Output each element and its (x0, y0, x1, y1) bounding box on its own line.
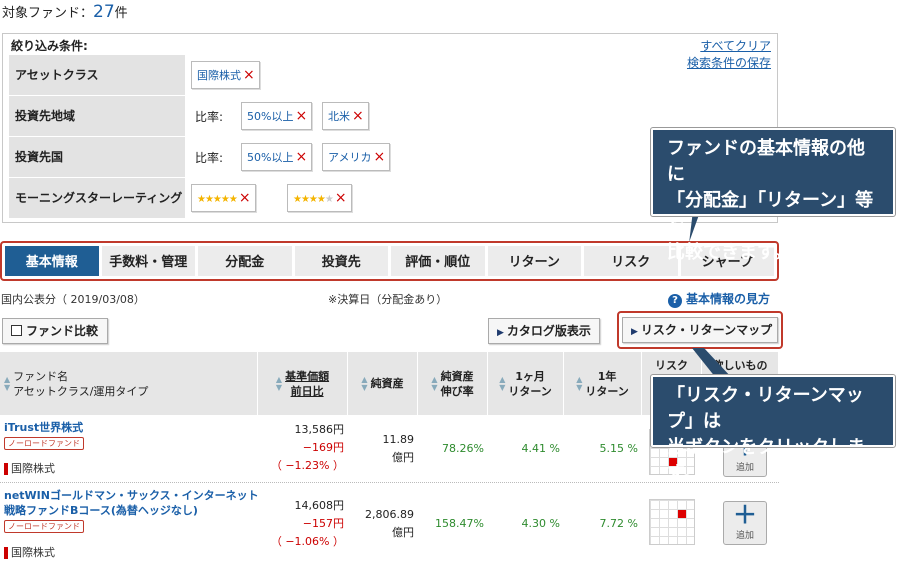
nav-change: −169円 (302, 441, 344, 454)
tab-investment[interactable]: 投資先 (294, 246, 388, 276)
nav-change-pct: （ −1.06% ） (270, 535, 344, 548)
header-return-1m[interactable]: ▲ ▼ 1ヶ月 リターン (488, 352, 564, 415)
filter-chip[interactable]: 50%以上 × (241, 143, 313, 171)
net-assets-unit: 億円 (392, 451, 414, 464)
return-1y: 5.15 % (599, 442, 638, 455)
filter-label: 投資先地域 (9, 96, 185, 136)
checkbox-icon (11, 325, 22, 336)
filter-label: モーニングスターレーティング (9, 178, 185, 218)
ratio-label: 比率: (195, 151, 224, 165)
sort-icon: ▲ ▼ (4, 374, 11, 392)
filter-chip[interactable]: アメリカ × (322, 143, 391, 171)
triangle-right-icon: ▶ (631, 327, 638, 337)
tab-bar: 基本情報 手数料・管理 分配金 投資先 評価・順位 リターン リスク シャープ (0, 241, 779, 281)
fund-name-link[interactable]: iTrust世界株式 (4, 421, 83, 434)
clear-all-link[interactable]: すべてクリア (687, 38, 771, 55)
filter-title: 絞り込み条件: (11, 39, 88, 53)
rating-chip-5[interactable]: ★★★★★ × (191, 184, 256, 212)
settlement-note: ※決算日（分配金あり） (328, 293, 448, 306)
remove-icon[interactable]: × (373, 149, 385, 165)
header-assets[interactable]: ▲ ▼ 純資産 (348, 352, 418, 415)
sort-icon: ▲ ▼ (499, 374, 506, 392)
assets-growth: 78.26% (442, 442, 484, 455)
remove-icon[interactable]: × (352, 108, 364, 124)
filter-label: 投資先国 (9, 137, 185, 177)
callout-map-button: 「リスク・リターンマップ」は 当ボタンをクリックします。 (650, 374, 896, 484)
sort-icon: ▲ ▼ (576, 374, 583, 392)
callout-tabs: ファンドの基本情報の他に 「分配金」「リターン」等を 比較できます。 (650, 127, 896, 263)
fund-compare-button[interactable]: ファンド比較 (2, 318, 108, 344)
ratio-label: 比率: (195, 110, 224, 124)
rating-chip-4[interactable]: ★★★★★ × (287, 184, 352, 212)
remove-icon[interactable]: × (243, 67, 255, 83)
tab-fees[interactable]: 手数料・管理 (101, 246, 195, 276)
header-growth[interactable]: ▲ ▼ 純資産 伸び率 (418, 352, 488, 415)
publication-date: 国内公表分（ 2019/03/08） (1, 293, 145, 306)
plus-icon: ＋ (733, 501, 757, 529)
filter-row-asset-class: アセットクラス 国際株式 × (9, 55, 773, 95)
risk-marker (678, 510, 686, 518)
filter-label: アセットクラス (9, 55, 185, 95)
question-icon: ? (668, 294, 682, 308)
header-price[interactable]: ▲ ▼ 基準価額 前日比 (258, 352, 348, 415)
filter-chip[interactable]: 国際株式 × (191, 61, 260, 89)
tab-risk[interactable]: リスク (584, 246, 678, 276)
nav-price: 13,586円 (294, 423, 345, 436)
table-row: netWINゴールドマン・サックス・インターネット戦略ファンドBコース(為替ヘッ… (0, 483, 779, 566)
nav-change-pct: （ −1.23% ） (270, 459, 344, 472)
nav-change: −157円 (302, 517, 344, 530)
tab-distribution[interactable]: 分配金 (198, 246, 292, 276)
asset-class: 国際株式 (4, 547, 55, 559)
risk-grid (649, 499, 695, 545)
remove-icon[interactable]: × (295, 108, 307, 124)
remove-icon[interactable]: × (239, 190, 251, 206)
risk-return-map-button[interactable]: ▶ リスク・リターンマップ (622, 317, 778, 343)
header-return-1y[interactable]: ▲ ▼ 1年 リターン (564, 352, 642, 415)
sort-icon: ▲ ▼ (431, 374, 438, 392)
no-load-badge: ノーロードファンド (4, 437, 84, 450)
assets-growth: 158.47% (435, 517, 484, 530)
filter-chip[interactable]: 50%以上 × (241, 102, 313, 130)
net-assets: 11.89 (382, 433, 415, 446)
net-assets-unit: 億円 (392, 526, 414, 539)
return-1y: 7.72 % (599, 517, 638, 530)
sort-icon: ▲ ▼ (361, 374, 368, 392)
nav-price: 14,608円 (294, 499, 345, 512)
triangle-right-icon: ▶ (497, 328, 504, 338)
net-assets: 2,806.89 (365, 508, 414, 521)
fund-count-value: 27 (93, 2, 115, 22)
return-1m: 4.30 % (521, 517, 560, 530)
asset-class: 国際株式 (4, 463, 55, 475)
no-load-badge: ノーロードファンド (4, 520, 84, 533)
four-star-icon: ★★★★★ (293, 194, 334, 205)
tab-rating[interactable]: 評価・順位 (391, 246, 485, 276)
fund-name-link[interactable]: netWINゴールドマン・サックス・インターネット戦略ファンドBコース(為替ヘッ… (4, 489, 259, 517)
tab-return[interactable]: リターン (487, 246, 581, 276)
tab-basic-info[interactable]: 基本情報 (5, 246, 99, 276)
help-link[interactable]: ? 基本情報の見方 (668, 290, 770, 308)
header-fund-name[interactable]: ▲ ▼ ファンド名 アセットクラス/運用タイプ (0, 352, 258, 415)
add-wishlist-button[interactable]: ＋追加 (723, 501, 767, 545)
catalog-view-button[interactable]: ▶ カタログ版表示 (488, 318, 600, 344)
sort-icon: ▲ ▼ (275, 374, 283, 392)
fund-count: 対象ファンド：27件 (2, 2, 128, 22)
remove-icon[interactable]: × (335, 190, 347, 206)
return-1m: 4.41 % (521, 442, 560, 455)
filter-chip[interactable]: 北米 × (322, 102, 369, 130)
remove-icon[interactable]: × (295, 149, 307, 165)
five-star-icon: ★★★★★ (197, 194, 238, 205)
